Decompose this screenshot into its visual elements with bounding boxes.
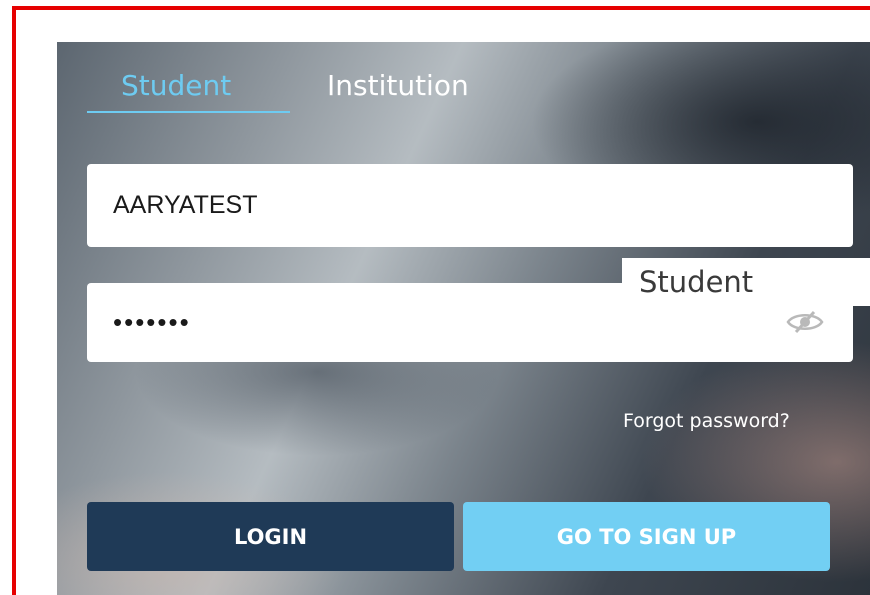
tab-student[interactable]: Student	[121, 64, 231, 108]
login-button[interactable]: LOGIN	[87, 502, 454, 571]
username-input[interactable]	[87, 164, 853, 247]
login-panel: Student Institution Student Forgot passw…	[57, 42, 870, 595]
student-tooltip: Student	[622, 258, 870, 306]
go-to-signup-button[interactable]: GO TO SIGN UP	[463, 502, 830, 571]
active-tab-indicator	[87, 111, 290, 113]
tab-institution[interactable]: Institution	[327, 64, 469, 108]
eye-slash-icon[interactable]	[785, 310, 825, 334]
forgot-password-link[interactable]: Forgot password?	[623, 410, 790, 432]
